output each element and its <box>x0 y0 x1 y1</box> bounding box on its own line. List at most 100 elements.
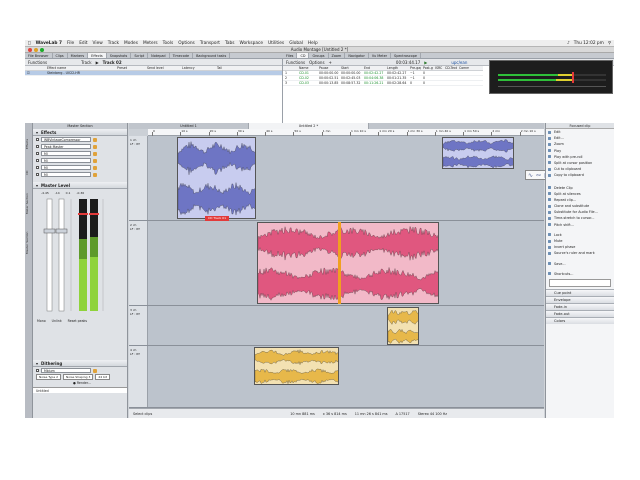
minimize-window-icon[interactable] <box>34 48 38 52</box>
tab-effects[interactable]: Effects <box>88 53 107 58</box>
tab-notepad[interactable]: Notepad <box>148 53 170 58</box>
unlink-button[interactable]: Unlink <box>52 319 62 323</box>
menu-file[interactable]: File <box>67 41 74 46</box>
expand-icon[interactable]: ▾ <box>36 361 38 366</box>
clock[interactable]: Thu 12:02 pm <box>574 41 604 46</box>
track-header[interactable]: 4 ch LF : RT <box>129 346 148 407</box>
tab-file-browser[interactable]: File Browser <box>25 53 53 58</box>
col-cdtext[interactable]: CD-Text <box>443 66 457 70</box>
noise-type-select[interactable]: Noise Type 2 <box>36 374 62 380</box>
lock-icon[interactable] <box>93 144 97 149</box>
track-name[interactable]: Track 02 <box>103 60 122 65</box>
isrc-field[interactable]: upc/ean <box>451 60 467 65</box>
col-pause[interactable]: Pause <box>317 66 339 70</box>
col-isrc[interactable]: ISRC <box>433 66 443 70</box>
section-cue-point[interactable]: Cue point <box>546 288 614 296</box>
col-length[interactable]: Length <box>385 66 408 70</box>
slot-plugin[interactable]: Ml <box>41 165 91 170</box>
clip-name-tag[interactable]: CD Track 01 <box>205 216 229 221</box>
spotlight-icon[interactable]: ⚲ <box>608 41 611 46</box>
tab-markers[interactable]: Markers <box>68 53 89 58</box>
reset-peaks-button[interactable]: Reset peaks <box>68 319 87 323</box>
lock-icon[interactable] <box>93 172 97 177</box>
effect-slot[interactable]: WBVintageCompressor <box>33 136 127 143</box>
checkbox-icon[interactable]: ☑ <box>25 71 45 75</box>
slot-plugin[interactable]: Ml <box>41 158 91 163</box>
lock-icon[interactable] <box>93 368 97 373</box>
slot-checkbox[interactable] <box>36 173 39 176</box>
audio-clip[interactable] <box>387 307 419 345</box>
track-header[interactable]: 3 ch LF : RT <box>129 306 148 345</box>
section-envelope[interactable]: Envelope <box>546 295 614 303</box>
col-tail[interactable]: Tail <box>215 66 245 70</box>
vtab-effects[interactable]: Effects <box>25 129 33 159</box>
close-window-icon[interactable] <box>28 48 32 52</box>
table-row[interactable]: ☑ Steinberg - UV22-HR <box>25 71 282 76</box>
col-start[interactable]: Start <box>339 66 362 70</box>
app-menu[interactable]: WaveLab 7 <box>36 41 62 46</box>
waveform-icon[interactable]: ∿ <box>528 172 533 179</box>
effect-slot[interactable]: Ml <box>33 164 127 171</box>
menu-track[interactable]: Track <box>108 41 119 46</box>
col-pregap[interactable]: Pre-gap <box>408 66 421 70</box>
vtab-master-section[interactable]: Master Section <box>25 223 33 263</box>
tab-zoom[interactable]: Zoom <box>329 53 346 58</box>
audio-clip[interactable] <box>254 347 339 385</box>
vtab-meter-section[interactable]: Meter Section <box>25 187 33 221</box>
menu-transport[interactable]: Transport <box>200 41 220 46</box>
functions-menu-cd[interactable]: Functions <box>286 60 305 65</box>
col-preset[interactable]: Preset <box>115 66 145 70</box>
slot-plugin[interactable]: WBVintageCompressor <box>41 137 91 142</box>
envelope-icon[interactable]: ∾ <box>536 172 541 179</box>
expand-icon[interactable]: ▾ <box>36 183 38 188</box>
col-effect-name[interactable]: Effect name <box>45 66 115 70</box>
tab-spectroscope[interactable]: Spectroscope <box>391 53 421 58</box>
clip-scroll-slider[interactable] <box>549 278 611 287</box>
tab-groups[interactable]: Groups <box>309 53 329 58</box>
preset-field[interactable]: Untitled <box>33 387 127 393</box>
col-postgap[interactable]: Post-gap <box>421 66 433 70</box>
slot-checkbox[interactable] <box>36 145 39 148</box>
options-menu-cd[interactable]: Options <box>309 60 324 65</box>
tab-cd[interactable]: CD <box>297 53 310 58</box>
col-end[interactable]: End <box>362 66 385 70</box>
time-ruler[interactable]: 0 10 s 20 s 30 s 40 s 50 s 1 mn 1 mn 10 s 1 mn 2… <box>148 129 544 136</box>
dither-plugin[interactable]: Mbium <box>41 368 91 373</box>
vtab-cd[interactable]: CD <box>25 163 33 183</box>
audio-clip[interactable] <box>442 137 514 169</box>
menu-view[interactable]: View <box>93 41 103 46</box>
expand-icon[interactable]: ▾ <box>36 130 38 135</box>
effect-slot[interactable]: Ml <box>33 157 127 164</box>
effect-slot[interactable]: Ml <box>33 150 127 157</box>
apple-icon[interactable]:  <box>28 41 31 46</box>
lock-icon[interactable] <box>93 158 97 163</box>
menu-help[interactable]: Help <box>308 41 318 46</box>
tab-background-tasks[interactable]: Background tasks <box>193 53 231 58</box>
mono-button[interactable]: Mono <box>37 319 46 323</box>
tab-snapshots[interactable]: Snapshots <box>107 53 132 58</box>
menu-tools[interactable]: Tools <box>163 41 174 46</box>
lock-icon[interactable] <box>93 137 97 142</box>
section-fade-in[interactable]: Fade-in <box>546 302 614 310</box>
effect-slot[interactable]: Peak Master <box>33 143 127 150</box>
menu-copy[interactable]: Copy to clipboard <box>546 172 614 178</box>
menu-save[interactable]: Save... <box>546 261 614 267</box>
slot-checkbox[interactable] <box>36 159 39 162</box>
slot-plugin[interactable]: Peak Master <box>41 144 91 149</box>
effect-slot[interactable]: Ml <box>33 171 127 178</box>
section-colors[interactable]: Colors <box>546 316 614 324</box>
dither-checkbox[interactable] <box>36 369 39 372</box>
play-icon[interactable]: ▶ <box>424 60 427 65</box>
tab-navigator[interactable]: Navigator <box>345 53 369 58</box>
menu-shortcuts[interactable]: Shortcuts... <box>546 271 614 277</box>
table-row[interactable]: 3 CD-03 00:00:13.85 00:08:57.32 00:11:26… <box>283 81 483 86</box>
dithering-header[interactable]: ▾ Dithering <box>33 360 127 367</box>
render-button[interactable]: ● Render... <box>33 380 127 387</box>
menu-meters[interactable]: Meters <box>143 41 158 46</box>
tab-vu-meter[interactable]: Vu Meter <box>369 53 392 58</box>
slot-checkbox[interactable] <box>36 152 39 155</box>
functions-menu[interactable]: Functions <box>28 60 47 65</box>
slot-checkbox[interactable] <box>36 138 39 141</box>
menu-source-ruler[interactable]: Source's ruler and mark <box>546 250 614 256</box>
tab-script[interactable]: Script <box>131 53 149 58</box>
